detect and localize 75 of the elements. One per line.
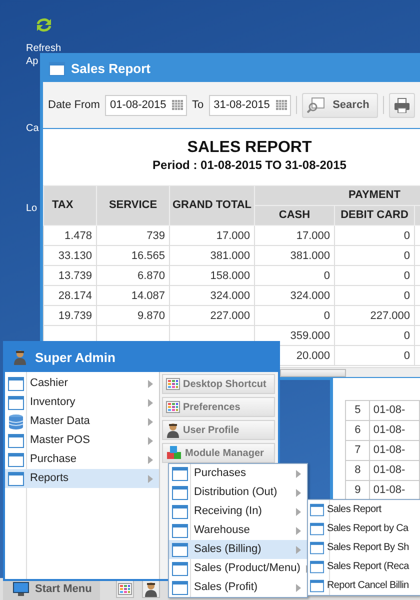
table-cell: 0 (334, 246, 414, 266)
table-cell: 01-08- (370, 440, 420, 460)
menu-item[interactable]: Cashier (5, 374, 159, 393)
window-title: Sales Report (71, 60, 150, 78)
table-cell: 1.478 (44, 226, 96, 246)
table-cell: 0 (334, 346, 414, 366)
menu-item[interactable]: Sales (Billing) (169, 540, 307, 559)
search-button[interactable]: Search (302, 92, 378, 118)
table-cell: 6 (346, 420, 370, 440)
table-cell: 7 (346, 440, 370, 460)
table-cell: 739 (96, 226, 170, 246)
table-cell: 8 (346, 460, 370, 480)
table-cell: 13.739 (44, 266, 96, 286)
table-cell: 158.000 (170, 266, 254, 286)
menu-item[interactable]: Master POS (5, 431, 159, 450)
table-cell: 14.087 (96, 286, 170, 306)
menu-item[interactable]: Master Data (5, 412, 159, 431)
shortcut-button[interactable]: User Profile (162, 420, 275, 440)
column-group-header: PAYMENT (254, 186, 420, 206)
table-cell: 0 (254, 266, 334, 286)
table-cell: 381.000 (254, 246, 334, 266)
shortcut-button[interactable]: Module Manager (162, 443, 275, 463)
column-header: GRAND TOTAL (170, 186, 254, 226)
table-cell: 227.000 (170, 306, 254, 326)
menu-item[interactable]: Purchases (169, 464, 307, 483)
menu-item[interactable]: Sales (Profit) (169, 578, 307, 597)
table-cell: 0 (254, 306, 334, 326)
report-title: SALES REPORT (186, 139, 313, 157)
menu-item[interactable]: Sales Report (Reca (308, 557, 420, 576)
desktop-icon-label[interactable]: Refresh (26, 42, 62, 55)
shortcut-button[interactable]: Preferences (162, 397, 275, 417)
menu-item[interactable]: Inventory (5, 393, 159, 412)
table-cell: 01-08- (370, 420, 420, 440)
table-cell: 01-08- (370, 400, 420, 420)
table-cell: 28.174 (44, 286, 96, 306)
shortcut-button[interactable]: Desktop Shortcut (162, 374, 275, 394)
table-cell: 17.000 (170, 226, 254, 246)
to-label: To (192, 98, 204, 113)
menu-item[interactable]: Sales Report By Sh (308, 538, 420, 557)
table-cell: 5 (346, 400, 370, 420)
table-cell: 227.000 (334, 306, 414, 326)
menu-item[interactable]: Warehouse (169, 521, 307, 540)
table-cell: 0 (334, 286, 414, 306)
report-period: Period : 01-08-2015 TO 31-08-2015 (152, 157, 348, 173)
column-header: SERVICE (96, 186, 170, 226)
column-header: CASH (254, 206, 334, 226)
table-cell: 324.000 (254, 286, 334, 306)
table-cell: 16.565 (96, 246, 170, 266)
table-cell: 17.000 (254, 226, 334, 246)
table-cell: 9.870 (96, 306, 170, 326)
menu-item[interactable]: Report Cancel Billin (308, 576, 420, 595)
desktop-icon-label[interactable]: Ca (26, 122, 39, 135)
table-cell: 01-08- (370, 460, 420, 480)
menu-item[interactable]: Distribution (Out) (169, 483, 307, 502)
table-cell: 324.000 (170, 286, 254, 306)
date-from-label: Date From (48, 98, 100, 113)
table-cell: 19.739 (44, 306, 96, 326)
date-field[interactable]: 01-08-2015 (104, 94, 187, 116)
desktop-icon-label[interactable]: Lo (26, 202, 38, 215)
menu-item[interactable]: Sales Report by Ca (308, 519, 420, 538)
desktop-icon-label[interactable]: Ap (26, 55, 38, 68)
table-cell: 381.000 (170, 246, 254, 266)
column-header: DEBIT CARD (334, 206, 414, 226)
table-cell: 0 (334, 266, 414, 286)
user-name: Super Admin (35, 348, 116, 367)
menu-item[interactable]: Receiving (In) (169, 502, 307, 521)
table-cell: 6.870 (96, 266, 170, 286)
table-cell: 0 (334, 226, 414, 246)
column-header: TAX (44, 186, 96, 226)
menu-item[interactable]: Purchase (5, 450, 159, 469)
menu-item[interactable]: Reports (5, 469, 159, 488)
table-cell: 33.130 (44, 246, 96, 266)
table-cell: 0 (334, 326, 414, 346)
menu-item[interactable]: Sales Report (308, 500, 420, 519)
date-field[interactable]: 31-08-2015 (208, 94, 291, 116)
